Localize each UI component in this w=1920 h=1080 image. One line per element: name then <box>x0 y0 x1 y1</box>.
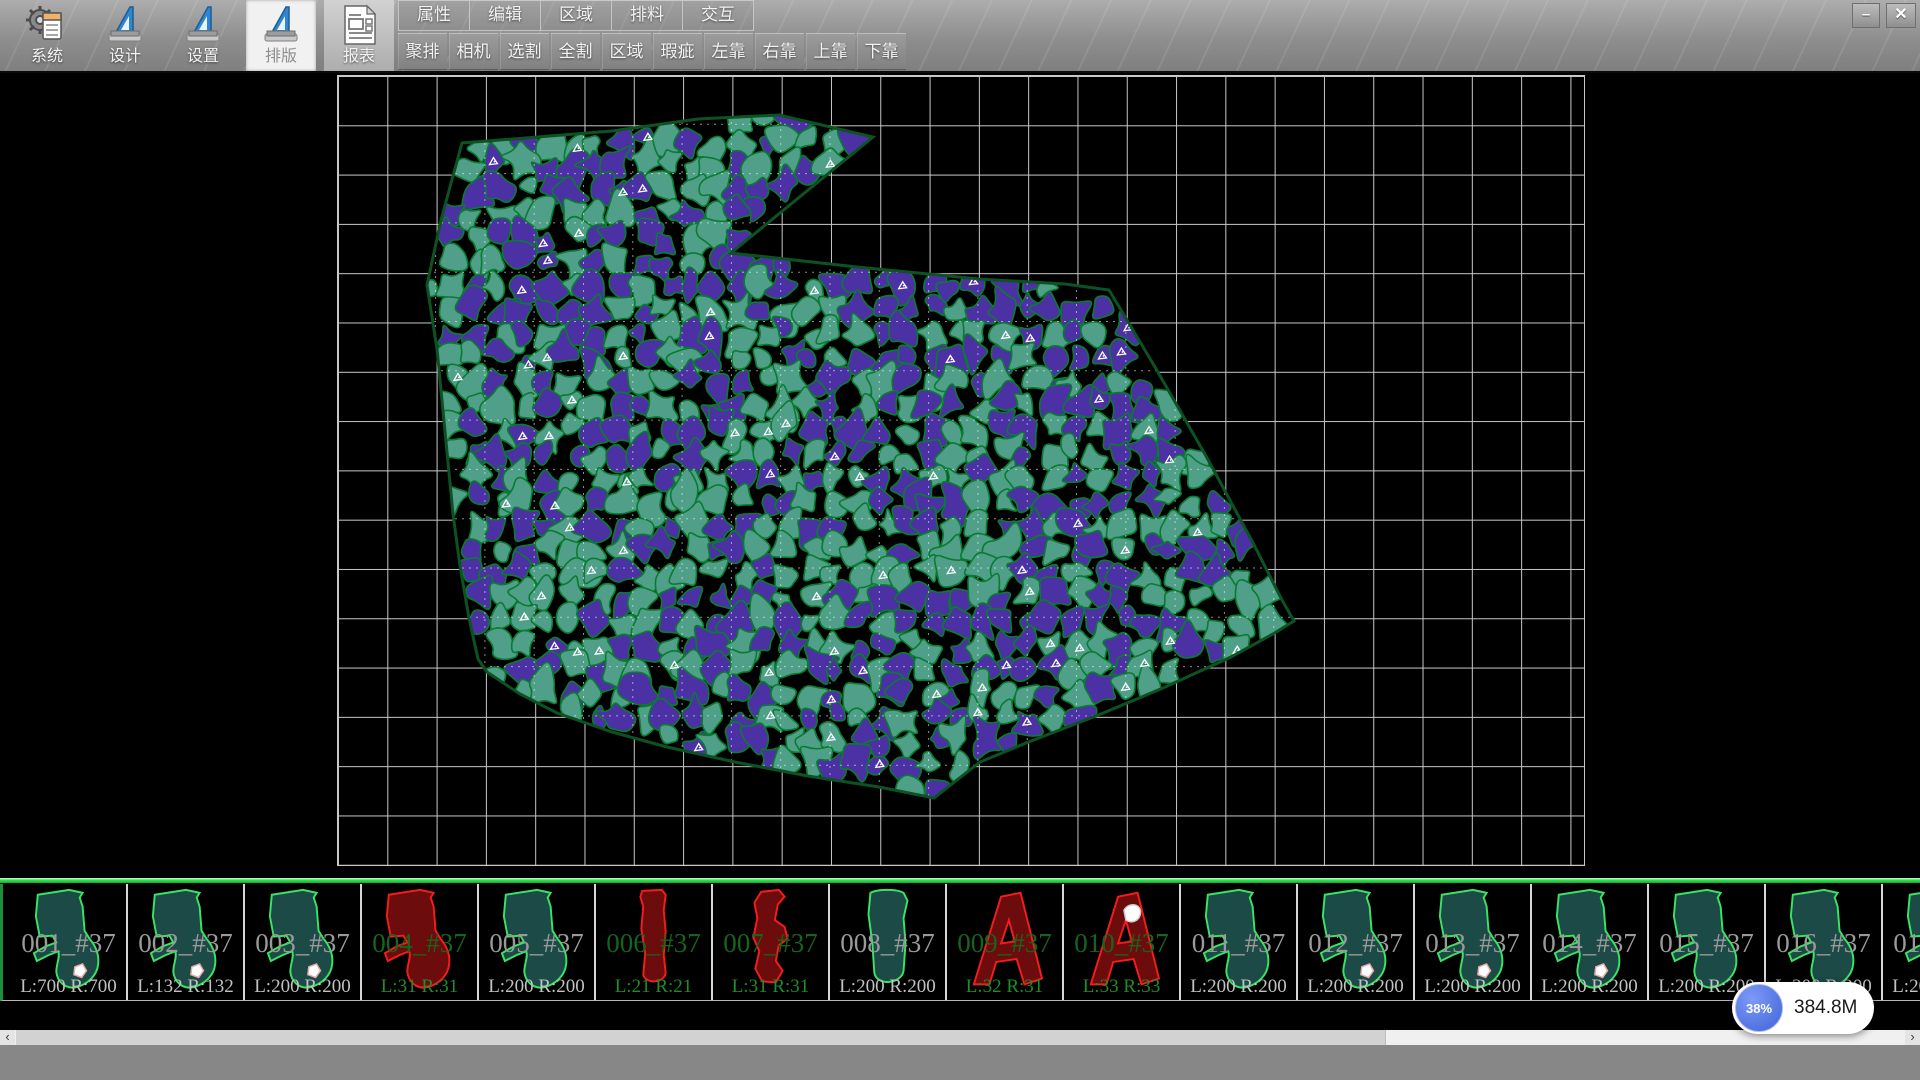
app-button-label: 排版 <box>246 47 316 67</box>
piece-thumbnail[interactable]: 002_#37 L:132 R:132 <box>128 884 245 1000</box>
piece-id-label: 005_#37 <box>479 928 594 959</box>
piece-id-label: 004_#37 <box>362 928 477 959</box>
piece-id-label: 015_#37 <box>1649 928 1764 959</box>
piece-thumbnail[interactable]: 014_#37 L:200 R:200 <box>1532 884 1649 1000</box>
piece-id-label: 014_#37 <box>1532 928 1647 959</box>
app-button-label: 系统 <box>12 47 82 67</box>
piece-lr-count: L:200 R:200 <box>1415 976 1530 998</box>
piece-thumbnail[interactable]: 007_#37 L:31 R:31 <box>713 884 830 1000</box>
menu-tab[interactable]: 区域 <box>540 1 611 30</box>
piece-thumbnail[interactable]: 001_#37 L:700 R:700 <box>11 884 128 1000</box>
piece-lr-count: L:700 R:700 <box>11 976 126 998</box>
piece-id-label: 002_#37 <box>128 928 243 959</box>
tool-button[interactable]: 区域 <box>602 33 651 70</box>
piece-lr-count: L:200 R:200 <box>1532 976 1647 998</box>
minimize-button[interactable]: – <box>1852 3 1880 28</box>
tool-button-row: 聚排相机选割全割区域瑕疵左靠右靠上靠下靠 <box>398 33 908 70</box>
scroll-right-arrow-icon[interactable]: › <box>1905 1030 1920 1045</box>
tool-button[interactable]: 下靠 <box>857 33 906 70</box>
app-button-design[interactable]: 设计 <box>90 0 160 71</box>
piece-lr-count: L:200 R:200 <box>479 976 594 998</box>
piece-lr-count: L:31 R:31 <box>713 976 828 998</box>
tool-button[interactable]: 聚排 <box>398 33 447 70</box>
menu-tab-row: 属性编辑区域排料交互 <box>398 0 754 31</box>
piece-lr-count: L:21 R:21 <box>596 976 711 998</box>
settings-icon <box>181 3 225 47</box>
piece-lr-count: L:200 R:200 <box>1298 976 1413 998</box>
tool-button[interactable]: 全割 <box>551 33 600 70</box>
piece-id-label: 016_#37 <box>1766 928 1881 959</box>
tool-button[interactable]: 选割 <box>500 33 549 70</box>
piece-thumbnail-cells: 001_#37 L:700 R:700002_#37 L:132 R:132003_… <box>0 884 1920 1001</box>
app-button-settings[interactable]: 设置 <box>168 0 238 71</box>
piece-id-label: 012_#37 <box>1298 928 1413 959</box>
piece-id-label: 017_#37 <box>1883 928 1920 959</box>
piece-lr-count: L:31 R:31 <box>362 976 477 998</box>
menu-tab[interactable]: 排料 <box>611 1 682 30</box>
progress-circle: 38% <box>1735 984 1783 1032</box>
window-bottom-strip <box>0 1045 1920 1080</box>
piece-thumbnail[interactable]: 011_#37 L:200 R:200 <box>1181 884 1298 1000</box>
piece-lr-count: L:32 R:31 <box>947 976 1062 998</box>
tool-button[interactable]: 右靠 <box>755 33 804 70</box>
app-button-nesting[interactable]: 排版 <box>246 0 316 71</box>
piece-lr-count: L:132 R:132 <box>128 976 243 998</box>
menu-tab[interactable]: 编辑 <box>469 1 540 30</box>
piece-thumbnail[interactable]: 009_#37 L:32 R:31 <box>947 884 1064 1000</box>
piece-id-label: 003_#37 <box>245 928 360 959</box>
piece-id-label: 009_#37 <box>947 928 1062 959</box>
menu-tab[interactable]: 属性 <box>398 1 469 30</box>
piece-thumbnail[interactable]: 010_#37 L:33 R:33 <box>1064 884 1181 1000</box>
app-button-report[interactable]: 报表 <box>324 0 394 71</box>
strip-top-border <box>0 878 1920 883</box>
system-icon <box>25 3 69 47</box>
close-button[interactable]: ✕ <box>1886 3 1916 28</box>
piece-thumbnail[interactable]: 004_#37 L:31 R:31 <box>362 884 479 1000</box>
piece-thumbnail[interactable]: 008_#37 L:200 R:200 <box>830 884 947 1000</box>
piece-lr-count: L:200 R:200 <box>830 976 945 998</box>
menu-tab[interactable]: 交互 <box>682 1 754 30</box>
piece-thumbnail[interactable]: 005_#37 L:200 R:200 <box>479 884 596 1000</box>
piece-id-label: 006_#37 <box>596 928 711 959</box>
horizontal-scrollbar[interactable]: ‹ › <box>0 1030 1920 1045</box>
app-button-label: 报表 <box>324 47 394 67</box>
status-badge: 38% 384.8M <box>1732 982 1874 1034</box>
piece-lr-count: L:200 R:200 <box>245 976 360 998</box>
nesting-icon <box>259 3 303 47</box>
scrollbar-thumb[interactable] <box>16 1030 1386 1045</box>
piece-id-label: 013_#37 <box>1415 928 1530 959</box>
design-icon <box>103 3 147 47</box>
tool-button[interactable]: 左靠 <box>704 33 753 70</box>
piece-id-label: 008_#37 <box>830 928 945 959</box>
piece-thumbnail-strip: 001_#37 L:700 R:700002_#37 L:132 R:132003_… <box>0 878 1920 1030</box>
piece-thumbnail[interactable]: 017_#37 L:200 R:200 <box>1883 884 1920 1000</box>
piece-id-label: 001_#37 <box>11 928 126 959</box>
piece-id-label: 011_#37 <box>1181 928 1296 959</box>
piece-lr-count: L:200 R:200 <box>1883 976 1920 998</box>
piece-thumbnail[interactable]: 012_#37 L:200 R:200 <box>1298 884 1415 1000</box>
piece-lr-count: L:33 R:33 <box>1064 976 1179 998</box>
piece-thumbnail[interactable]: 006_#37 L:21 R:21 <box>596 884 713 1000</box>
piece-thumbnail[interactable]: 003_#37 L:200 R:200 <box>245 884 362 1000</box>
scroll-left-arrow-icon[interactable]: ‹ <box>0 1030 15 1045</box>
piece-id-label: 007_#37 <box>713 928 828 959</box>
tool-button[interactable]: 瑕疵 <box>653 33 702 70</box>
app-button-system[interactable]: 系统 <box>12 0 82 71</box>
tool-button[interactable]: 上靠 <box>806 33 855 70</box>
tool-button[interactable]: 相机 <box>449 33 498 70</box>
app-button-label: 设计 <box>90 47 160 67</box>
titlebar: 系统 设计 设置 排版 <box>0 0 1920 73</box>
piece-thumbnail[interactable]: 013_#37 L:200 R:200 <box>1415 884 1532 1000</box>
app-button-label: 设置 <box>168 47 238 67</box>
piece-lr-count: L:200 R:200 <box>1181 976 1296 998</box>
memory-usage: 384.8M <box>1794 997 1857 1019</box>
piece-id-label: 010_#37 <box>1064 928 1179 959</box>
report-icon <box>337 3 381 47</box>
